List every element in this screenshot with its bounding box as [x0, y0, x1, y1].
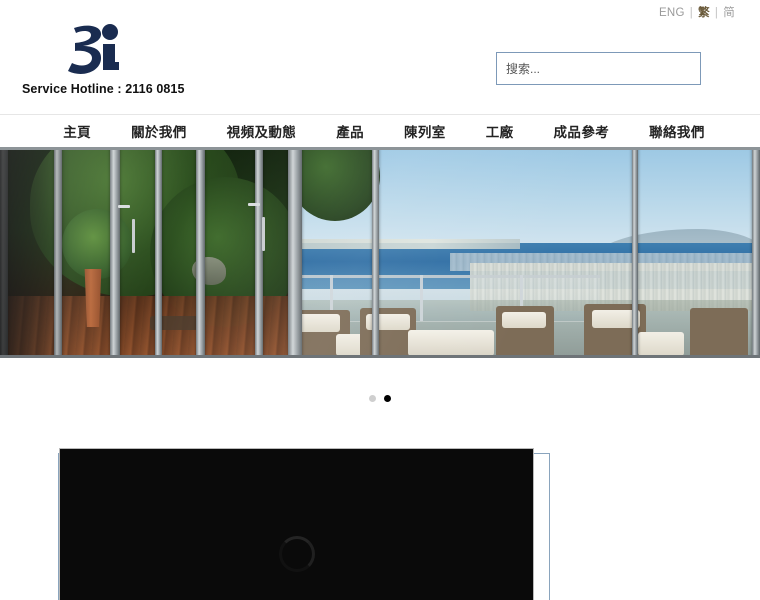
- service-hotline: Service Hotline : 2116 0815: [22, 82, 185, 96]
- door-handle-vertical: [132, 219, 135, 253]
- lang-option-eng[interactable]: ENG: [659, 7, 685, 20]
- rail-post: [420, 275, 423, 321]
- main-navigation: 主頁 關於我們 視頻及動態 產品 陳列室 工廠 成品參考 聯絡我們: [0, 114, 760, 147]
- lounge-chair: [690, 308, 748, 358]
- nav-list: 主頁 關於我們 視頻及動態 產品 陳列室 工廠 成品參考 聯絡我們: [55, 121, 704, 141]
- brand-block[interactable]: Service Hotline : 2116 0815: [22, 22, 222, 96]
- nav-item-home[interactable]: 主頁: [63, 121, 91, 141]
- site-header: ENG | 繁 | 简 Service Hotline : 2116 0815: [0, 0, 760, 114]
- door-mullion: [752, 147, 760, 358]
- shrub-shape: [62, 209, 132, 279]
- hero-carousel[interactable]: [0, 147, 760, 358]
- door-mullion: [372, 147, 379, 358]
- chair-cushion: [300, 314, 340, 332]
- coffee-table: [408, 330, 494, 356]
- carousel-pagination: [0, 358, 760, 438]
- nav-item-products[interactable]: 產品: [336, 121, 364, 141]
- logo-3i-icon[interactable]: [62, 22, 128, 80]
- language-switcher: ENG | 繁 | 简: [659, 7, 735, 20]
- loading-spinner-icon: [278, 536, 315, 572]
- search-box[interactable]: [496, 52, 701, 85]
- lang-option-traditional[interactable]: 繁: [698, 7, 710, 20]
- door-mullion: [288, 147, 302, 358]
- nav-item-contact[interactable]: 聯絡我們: [649, 121, 705, 141]
- door-handle: [118, 205, 130, 208]
- carousel-dot-2[interactable]: [384, 394, 391, 402]
- door-mullion: [632, 147, 638, 358]
- search-input[interactable]: [496, 52, 701, 85]
- video-section: [0, 438, 760, 600]
- lang-separator-2: |: [714, 7, 719, 19]
- door-mullion: [155, 147, 162, 358]
- nav-item-about[interactable]: 關於我們: [131, 121, 187, 141]
- chair-cushion: [638, 332, 684, 356]
- door-handle: [248, 203, 260, 206]
- nav-item-projects[interactable]: 成品參考: [554, 121, 610, 141]
- carousel-dot-1[interactable]: [369, 394, 376, 402]
- lang-separator-1: |: [689, 7, 694, 19]
- door-mullion: [110, 147, 120, 358]
- nav-item-videos[interactable]: 視頻及動態: [227, 121, 297, 141]
- door-mullion: [54, 147, 62, 358]
- hero-right-terrace: [300, 147, 760, 358]
- shoreline: [300, 239, 520, 249]
- door-handle-vertical: [262, 217, 265, 251]
- chair-cushion: [502, 312, 546, 328]
- video-player[interactable]: [59, 448, 534, 600]
- nav-item-factory[interactable]: 工廠: [486, 121, 514, 141]
- hero-slide-image: [0, 147, 760, 358]
- lang-option-simplified[interactable]: 简: [723, 7, 735, 20]
- door-mullion: [196, 147, 205, 358]
- page-root: ENG | 繁 | 简 Service Hotline : 2116 0815: [0, 0, 760, 600]
- hero-frame-top: [0, 147, 760, 150]
- door-mullion: [255, 147, 263, 358]
- nav-item-showroom[interactable]: 陳列室: [404, 121, 446, 141]
- door-mullion: [0, 147, 8, 358]
